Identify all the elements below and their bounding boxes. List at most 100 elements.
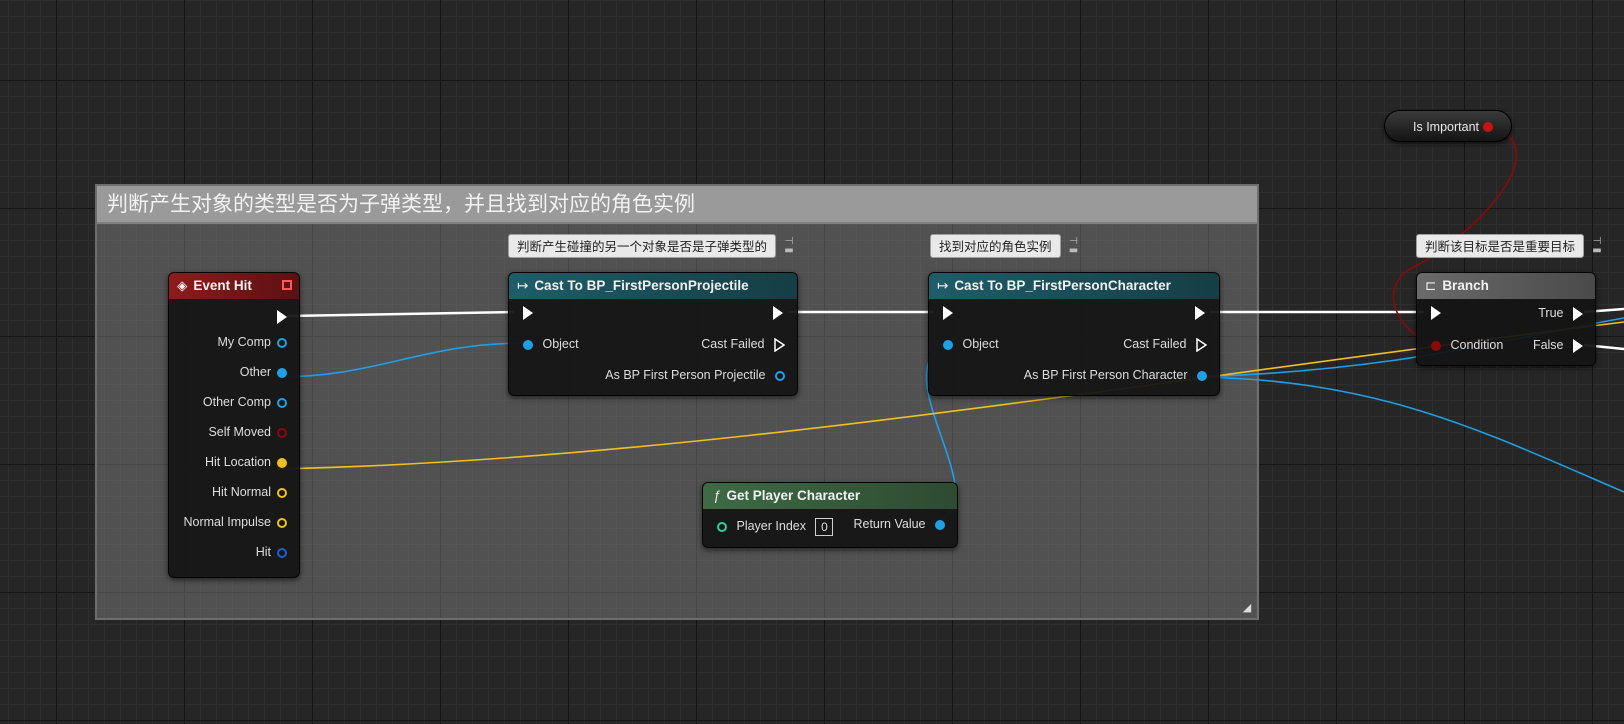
object-input-pin[interactable]	[523, 339, 533, 350]
get-player-character-header[interactable]: ƒ Get Player Character	[703, 483, 957, 509]
bubble-text: 找到对应的角色实例	[939, 239, 1052, 254]
comment-bubble-branch[interactable]: 判断该目标是否是重要目标 ⊣ ▬	[1416, 234, 1602, 258]
output-pin[interactable]	[277, 367, 287, 378]
pin-label: Other Comp	[202, 395, 271, 409]
pin-icon[interactable]: ⊣ ▬	[781, 237, 797, 256]
false-exec-pin[interactable]	[1573, 338, 1583, 353]
cast-projectile-header[interactable]: ↦ Cast To BP_FirstPersonProjectile	[509, 273, 797, 299]
exec-input-pin[interactable]	[523, 306, 533, 320]
event-hit-pin-row[interactable]: My Comp	[218, 333, 287, 351]
exec-input-pin[interactable]	[943, 306, 953, 320]
pin-label: Normal Impulse	[183, 515, 271, 529]
player-index-input[interactable]: 0	[815, 517, 834, 536]
return-value-pin[interactable]	[935, 519, 945, 530]
exec-input-pin[interactable]	[1431, 306, 1441, 320]
event-hit-pin-row[interactable]: Normal Impulse	[183, 513, 287, 531]
cast-icon: ↦	[517, 278, 529, 293]
cast-projectile-title: Cast To BP_FirstPersonProjectile	[534, 278, 749, 293]
get-player-character-title: Get Player Character	[726, 488, 861, 503]
exec-output-pin[interactable]	[277, 310, 287, 324]
bool-output-pin[interactable]	[1483, 122, 1493, 132]
cast-character-node[interactable]: ↦ Cast To BP_FirstPersonCharacter Object …	[928, 272, 1220, 396]
object-wire-other-to-cast1	[276, 342, 528, 378]
player-index-row[interactable]: Player Index 0	[717, 517, 834, 536]
bubble-text: 判断产生碰撞的另一个对象是否是子弹类型的	[517, 239, 768, 254]
pin-label: Hit Normal	[211, 485, 271, 499]
cast-failed-row[interactable]: Cast Failed	[701, 335, 786, 353]
pin-icon[interactable]: ⊣ ▬	[1589, 237, 1605, 256]
true-exec-pin[interactable]	[1573, 306, 1583, 321]
object-wire-character-out-b	[1197, 376, 1624, 493]
cast-failed-exec-pin[interactable]	[1196, 337, 1208, 353]
object-input-row[interactable]: Object	[523, 335, 579, 353]
function-icon: ƒ	[713, 488, 721, 503]
blueprint-graph-canvas[interactable]: 判断产生对象的类型是否为子弹类型，并且找到对应的角色实例 ◢ 判断产生碰撞的另一…	[0, 0, 1624, 724]
pin-label: Hit	[255, 545, 271, 559]
output-pin[interactable]	[277, 397, 287, 408]
exec-wire-eventhit-to-cast1	[286, 310, 515, 318]
branch-header[interactable]: ⊏ Branch	[1417, 273, 1595, 299]
pin-icon[interactable]: ⊣ ▬	[1066, 237, 1082, 256]
projectile-output-pin[interactable]	[775, 370, 785, 381]
character-output-row[interactable]: As BP First Person Character	[1024, 366, 1207, 384]
bubble-text: 判断该目标是否是重要目标	[1425, 239, 1576, 254]
event-diamond-icon: ◈	[177, 278, 188, 293]
cast-failed-label: Cast Failed	[701, 337, 765, 351]
event-hit-title: Event Hit	[193, 278, 252, 293]
cast-failed-row[interactable]: Cast Failed	[1123, 335, 1208, 353]
false-output-row[interactable]: False	[1533, 336, 1583, 354]
object-input-pin[interactable]	[943, 339, 953, 350]
branch-node[interactable]: ⊏ Branch True Condition False	[1416, 272, 1596, 366]
output-pin[interactable]	[277, 517, 287, 528]
event-hit-pin-row[interactable]: Self Moved	[208, 423, 287, 441]
object-label: Object	[542, 337, 579, 351]
event-hit-pin-row[interactable]: Hit Normal	[212, 483, 287, 501]
pin-label: Other	[239, 365, 271, 379]
event-hit-pin-row[interactable]: Other	[240, 363, 287, 381]
variable-node-is-important[interactable]: Is Important	[1384, 110, 1512, 142]
comment-bubble-cast-projectile[interactable]: 判断产生碰撞的另一个对象是否是子弹类型的 ⊣ ▬	[508, 234, 794, 258]
projectile-output-row[interactable]: As BP First Person Projectile	[605, 366, 785, 384]
true-label: True	[1538, 306, 1564, 320]
object-input-row[interactable]: Object	[943, 335, 999, 353]
variable-label: Is Important	[1413, 120, 1479, 134]
player-index-label: Player Index	[736, 519, 806, 533]
output-pin[interactable]	[277, 487, 287, 498]
pin-label: My Comp	[217, 335, 271, 349]
cast-icon: ↦	[937, 278, 949, 293]
condition-row[interactable]: Condition	[1431, 336, 1503, 354]
false-label: False	[1532, 338, 1564, 352]
player-index-pin[interactable]	[717, 521, 727, 532]
comment-bubble-cast-character[interactable]: 找到对应的角色实例 ⊣ ▬	[930, 234, 1078, 258]
branch-title: Branch	[1442, 278, 1489, 293]
output-pin[interactable]	[277, 337, 287, 348]
character-output-label: As BP First Person Character	[1023, 368, 1188, 382]
event-hit-pin-row[interactable]: Other Comp	[203, 393, 287, 411]
output-pin[interactable]	[277, 457, 287, 468]
event-hit-node[interactable]: ◈ Event Hit My Comp Other Other Comp Self Mo…	[168, 272, 300, 578]
output-pin[interactable]	[277, 547, 287, 558]
branch-icon: ⊏	[1425, 278, 1437, 293]
event-hit-pin-row[interactable]: Hit	[256, 543, 287, 561]
cast-failed-label: Cast Failed	[1123, 337, 1187, 351]
return-value-label: Return Value	[853, 517, 926, 531]
event-hit-pin-row[interactable]: Hit Location	[205, 453, 287, 471]
exec-output-pin[interactable]	[773, 306, 783, 320]
cast-character-title: Cast To BP_FirstPersonCharacter	[954, 278, 1171, 293]
cast-projectile-node[interactable]: ↦ Cast To BP_FirstPersonProjectile Object…	[508, 272, 798, 396]
output-pin[interactable]	[277, 427, 287, 438]
return-value-row[interactable]: Return Value	[853, 515, 945, 533]
pin-label: Self Moved	[208, 425, 271, 439]
delegate-pin-icon[interactable]	[282, 280, 292, 290]
condition-pin[interactable]	[1431, 340, 1441, 351]
get-player-character-node[interactable]: ƒ Get Player Character Player Index 0 Ret…	[702, 482, 958, 548]
cast-character-header[interactable]: ↦ Cast To BP_FirstPersonCharacter	[929, 273, 1219, 299]
event-hit-header[interactable]: ◈ Event Hit	[169, 273, 299, 299]
character-output-pin[interactable]	[1197, 370, 1207, 381]
projectile-output-label: As BP First Person Projectile	[605, 368, 766, 382]
cast-failed-exec-pin[interactable]	[774, 337, 786, 353]
object-label: Object	[962, 337, 999, 351]
exec-output-pin[interactable]	[1195, 306, 1205, 320]
pin-label: Hit Location	[204, 455, 271, 469]
true-output-row[interactable]: True	[1538, 304, 1583, 322]
